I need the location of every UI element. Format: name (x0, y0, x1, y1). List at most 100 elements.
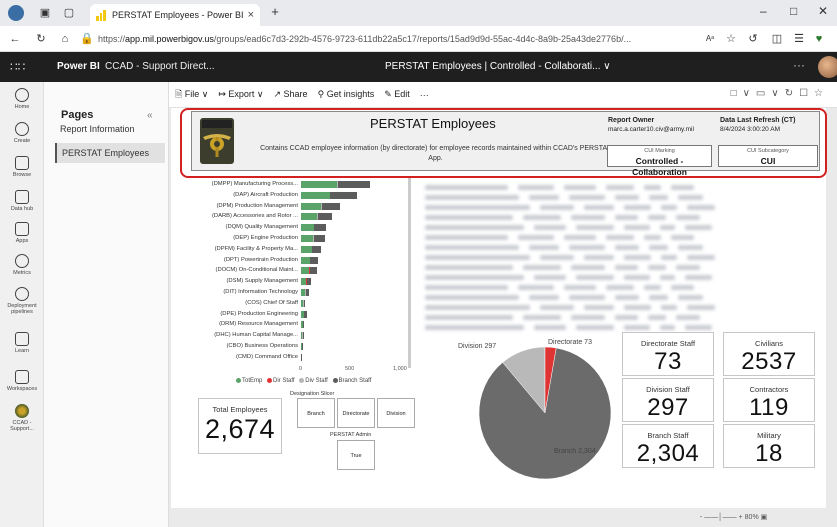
rail-apps[interactable]: Apps (0, 222, 44, 244)
bar-category-label: (CMD) Command Office (235, 353, 298, 360)
employee-table-redacted (425, 172, 815, 332)
rail-browse[interactable]: Browse (0, 156, 44, 178)
pie-label-branch: Branch 2,304 (554, 448, 596, 455)
bar-category-label: (DOCM) On-Conditional Maint... (215, 267, 298, 274)
browser-tab-title: PERSTAT Employees - Power BI (112, 10, 244, 20)
bar-totemp[interactable] (301, 202, 322, 210)
designation-pie-chart[interactable] (475, 343, 615, 483)
card-division-label: Division Staff (646, 385, 690, 394)
slicer-option-true[interactable]: True (337, 440, 375, 470)
bar-branch-staff[interactable] (301, 353, 303, 361)
rail-learn[interactable]: Learn (0, 332, 44, 354)
bar-branch-staff[interactable] (330, 191, 358, 199)
slicer-option-division[interactable]: Division (377, 398, 415, 428)
view-controls[interactable]: □∨▭∨↻☐☆ (731, 88, 829, 99)
powerbi-logo-icon (96, 9, 107, 21)
maximize-icon[interactable]: □ (790, 4, 797, 18)
rail-create[interactable]: Create (0, 122, 44, 144)
more-options-icon[interactable]: ··· (793, 58, 805, 72)
file-menu[interactable]: 🗎 File ∨ (175, 87, 208, 103)
bar-branch-staff[interactable] (306, 278, 312, 286)
browser-essentials-icon[interactable]: ♥ (812, 32, 826, 46)
extensions-icon[interactable]: ↺ (746, 32, 760, 46)
bar-branch-staff[interactable] (303, 321, 305, 329)
read-aloud-icon[interactable]: Aᵃ (703, 32, 717, 46)
bar-branch-staff[interactable] (309, 267, 317, 275)
page-perstat-employees[interactable]: PERSTAT Employees (55, 143, 165, 163)
bar-branch-staff[interactable] (313, 235, 325, 242)
bar-branch-staff[interactable] (310, 256, 319, 264)
table-row (425, 312, 815, 321)
table-row (425, 282, 815, 291)
minimize-icon[interactable]: – (760, 4, 767, 18)
bar-branch-staff[interactable] (304, 310, 307, 318)
legend-dot-totemp (236, 378, 241, 383)
bar-chart-legend[interactable]: TotEmp Dir Staff Div Staff Branch Staff (233, 378, 371, 384)
tab-actions-icon[interactable]: ▢ (62, 6, 76, 20)
bar-branch-staff[interactable] (337, 181, 371, 188)
rail-metrics[interactable]: Metrics (0, 254, 44, 276)
powerbi-brand[interactable]: Power BI (57, 61, 100, 72)
bar-category-label: (DMPP) Manufacturing Process... (211, 181, 298, 187)
favorites-icon[interactable]: ☰ (792, 32, 806, 46)
report-title-header[interactable]: PERSTAT Employees | Controlled - Collabo… (385, 61, 611, 72)
bar-branch-staff[interactable] (321, 202, 340, 210)
back-icon[interactable]: ← (8, 32, 22, 46)
workspaces-nav-icon (15, 370, 29, 384)
rail-workspaces[interactable]: Workspaces (0, 370, 44, 392)
rail-ccad[interactable]: CCAD - Support... (0, 404, 44, 432)
split-screen-icon[interactable]: ◫ (770, 32, 784, 46)
new-tab-button[interactable]: + (268, 5, 282, 19)
bar-totemp[interactable] (301, 256, 310, 264)
table-row (425, 232, 815, 241)
card-total-value: 2,674 (204, 414, 276, 444)
workspace-breadcrumb[interactable]: CCAD - Support Direct... (105, 61, 214, 72)
share-button[interactable]: ↗ Share (273, 89, 307, 100)
bar-branch-staff[interactable] (317, 213, 333, 221)
bar-totemp[interactable] (301, 245, 312, 253)
bar-totemp[interactable] (301, 224, 314, 232)
bar-branch-staff[interactable] (314, 224, 327, 232)
export-menu[interactable]: ↦ Export ∨ (218, 89, 263, 100)
bar-branch-staff[interactable] (305, 289, 310, 296)
page-report-information[interactable]: Report Information (55, 119, 165, 139)
toolbar-more-button[interactable]: ··· (420, 90, 429, 100)
browser-tab-perstat[interactable]: PERSTAT Employees - Power BI × (90, 4, 260, 26)
table-row (425, 192, 815, 201)
app-launcher-icon[interactable]: ∷∷ (10, 60, 25, 74)
bar-category-label: (DPT) Powertrain Production (223, 256, 298, 263)
bar-category-label: (DPE) Production Engineering (220, 310, 298, 317)
zoom-control[interactable]: - ——│—— + 80% ▣ (700, 513, 767, 521)
workspaces-icon[interactable]: ▣ (38, 6, 52, 20)
favorite-star-icon[interactable]: ☆ (724, 32, 738, 46)
bar-branch-staff[interactable] (301, 343, 303, 350)
bar-totemp[interactable] (301, 267, 310, 275)
avatar[interactable] (818, 56, 837, 78)
bar-branch-staff[interactable] (311, 245, 322, 253)
slicer-option-directorate[interactable]: Directorate (337, 398, 375, 428)
lock-icon[interactable]: 🔒 (80, 32, 94, 46)
left-nav-rail: Home Create Browse Data hub Apps Metrics… (0, 82, 44, 527)
rail-deployment[interactable]: Deployment pipelines (0, 287, 44, 315)
get-insights-button[interactable]: ⚲ Get insights (318, 89, 375, 100)
chart-scrollbar[interactable] (408, 178, 411, 368)
bar-totemp[interactable] (301, 191, 330, 199)
bar-branch-staff[interactable] (304, 299, 306, 307)
edit-button[interactable]: ✎ Edit (384, 89, 410, 100)
table-row (425, 182, 815, 191)
tab-close-icon[interactable]: × (248, 9, 254, 21)
rail-datahub[interactable]: Data hub (0, 190, 44, 212)
bar-totemp[interactable] (301, 213, 318, 221)
bar-totemp[interactable] (301, 235, 314, 242)
home-icon[interactable]: ⌂ (58, 32, 72, 46)
slicer-option-branch[interactable]: Branch (297, 398, 335, 428)
profile-icon[interactable] (8, 5, 24, 21)
bar-branch-staff[interactable] (302, 332, 304, 340)
bar-category-label: (DAP) Aircraft Production (233, 191, 298, 198)
close-window-icon[interactable]: ✕ (818, 4, 828, 18)
refresh-icon[interactable]: ↻ (34, 32, 48, 46)
table-row (425, 292, 815, 301)
url-input[interactable]: https://app.mil.powerbigov.us/groups/ead… (98, 30, 698, 48)
rail-home[interactable]: Home (0, 88, 44, 110)
bar-totemp[interactable] (301, 181, 337, 188)
